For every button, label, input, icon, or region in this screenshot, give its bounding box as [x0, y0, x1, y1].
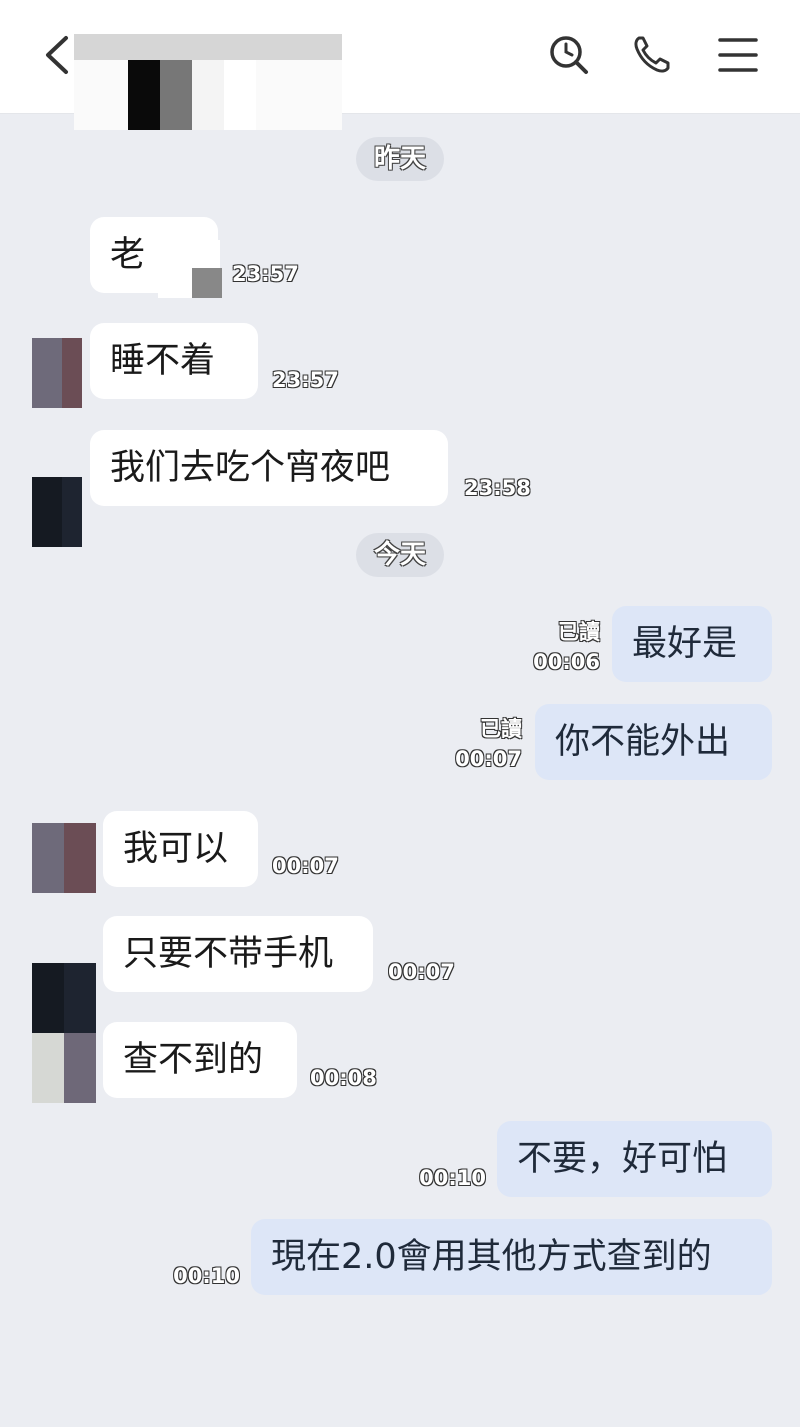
message-time: 00:10	[419, 1166, 486, 1190]
message-time: 00:06	[533, 650, 600, 674]
redaction-block	[224, 60, 256, 130]
search-icon[interactable]	[546, 30, 590, 78]
message-time: 00:08	[310, 1066, 377, 1090]
read-receipt: 已讀	[558, 620, 600, 644]
avatar[interactable]	[32, 1033, 96, 1103]
avatar[interactable]	[32, 338, 82, 408]
message-time: 00:10	[173, 1264, 240, 1288]
message-bubble-outgoing[interactable]: 你不能外出	[535, 704, 772, 780]
avatar[interactable]	[32, 963, 96, 1033]
message-bubble-incoming[interactable]: 我们去吃个宵夜吧	[90, 430, 448, 506]
message-time: 23:57	[232, 262, 299, 286]
date-separator-today: 今天	[356, 533, 444, 577]
message-bubble-outgoing[interactable]: 現在2.0會用其他方式查到的	[251, 1219, 772, 1295]
avatar[interactable]	[32, 477, 82, 547]
redaction-block	[160, 60, 192, 130]
message-bubble-incoming[interactable]: 睡不着	[90, 323, 258, 399]
contact-name-redacted	[74, 34, 342, 60]
chevron-left-icon[interactable]	[38, 30, 78, 80]
message-bubble-outgoing[interactable]: 最好是	[612, 606, 772, 682]
message-bubble-incoming[interactable]: 只要不带手机	[103, 916, 373, 992]
menu-icon[interactable]	[716, 30, 760, 78]
message-bubble-outgoing[interactable]: 不要，好可怕	[497, 1121, 772, 1197]
message-time: 00:07	[272, 854, 339, 878]
message-time: 00:07	[455, 747, 522, 771]
message-time: 23:58	[464, 476, 531, 500]
read-receipt: 已讀	[480, 717, 522, 741]
message-bubble-incoming[interactable]: 我可以	[103, 811, 258, 887]
message-bubble-incoming[interactable]: 查不到的	[103, 1022, 297, 1098]
redaction-block	[128, 60, 160, 130]
message-time: 00:07	[388, 960, 455, 984]
date-separator-yesterday: 昨天	[356, 137, 444, 181]
avatar[interactable]	[32, 823, 96, 893]
chat-header	[0, 0, 800, 130]
redaction-block	[192, 60, 224, 130]
phone-icon[interactable]	[630, 30, 674, 78]
redaction-block	[192, 268, 222, 298]
message-time: 23:57	[272, 368, 339, 392]
